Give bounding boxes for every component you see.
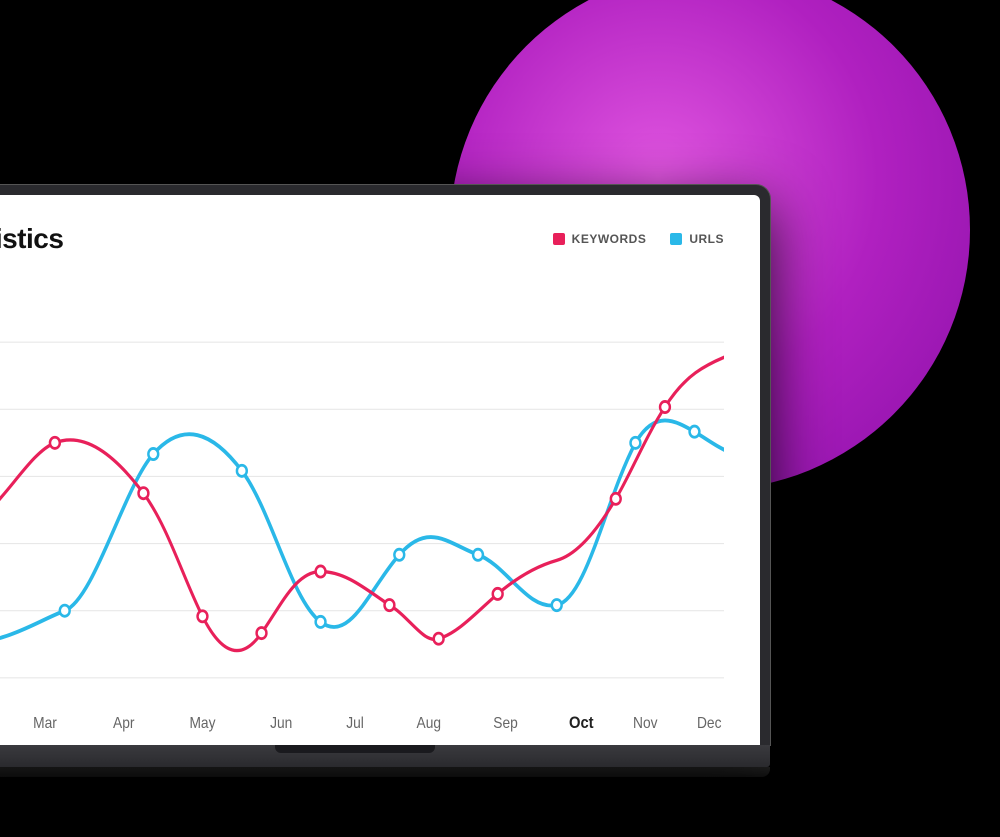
keywords-point-mar — [50, 437, 60, 448]
legend-keywords: KEYWORDS — [553, 232, 647, 246]
svg-text:Mar: Mar — [33, 715, 57, 732]
urls-point-oct — [631, 437, 641, 448]
screen-content: tistics KEYWORDS URLS — [0, 195, 760, 745]
chart-legend: KEYWORDS URLS — [553, 232, 724, 246]
svg-text:Dec: Dec — [697, 715, 721, 732]
chart-header: tistics KEYWORDS URLS — [0, 223, 724, 255]
svg-text:Sep: Sep — [493, 715, 518, 732]
svg-text:Jul: Jul — [346, 715, 364, 732]
keywords-legend-dot — [553, 233, 565, 245]
svg-text:May: May — [189, 715, 216, 732]
laptop-base — [0, 745, 770, 767]
svg-text:Oct: Oct — [569, 714, 594, 732]
urls-point-jul — [394, 549, 404, 560]
urls-point-jun — [316, 616, 326, 627]
keywords-point-aug — [385, 600, 395, 611]
legend-urls: URLS — [670, 232, 724, 246]
svg-text:Nov: Nov — [633, 715, 658, 732]
keywords-point-dec — [660, 401, 670, 412]
svg-text:Aug: Aug — [417, 715, 442, 732]
svg-text:Apr: Apr — [113, 715, 135, 732]
keywords-point-jul — [316, 566, 326, 577]
screen-inner: tistics KEYWORDS URLS — [0, 195, 760, 745]
chart-area: Mar Apr May Jun Jul Aug Sep Oct Nov Dec — [0, 275, 724, 745]
keywords-point-nov — [611, 493, 621, 504]
laptop-screen-shell: tistics KEYWORDS URLS — [0, 185, 770, 745]
svg-text:Jun: Jun — [270, 715, 292, 732]
keywords-point-may — [198, 611, 208, 622]
laptop-device: tistics KEYWORDS URLS — [0, 185, 770, 777]
keywords-legend-label: KEYWORDS — [572, 232, 647, 246]
urls-point-aug — [473, 549, 483, 560]
urls-legend-dot — [670, 233, 682, 245]
urls-point-sep — [552, 600, 562, 611]
urls-point-mar — [60, 605, 70, 616]
keywords-point-oct — [493, 588, 503, 599]
urls-legend-label: URLS — [689, 232, 724, 246]
urls-point-apr — [148, 448, 158, 459]
keywords-point-jun — [257, 628, 267, 639]
chart-svg: Mar Apr May Jun Jul Aug Sep Oct Nov Dec — [0, 275, 724, 745]
keywords-point-apr — [139, 488, 149, 499]
chart-title: tistics — [0, 223, 63, 255]
keywords-point-sep — [434, 633, 444, 644]
urls-point-nov — [690, 426, 700, 437]
laptop-bottom — [0, 767, 770, 777]
urls-point-may — [237, 465, 247, 476]
